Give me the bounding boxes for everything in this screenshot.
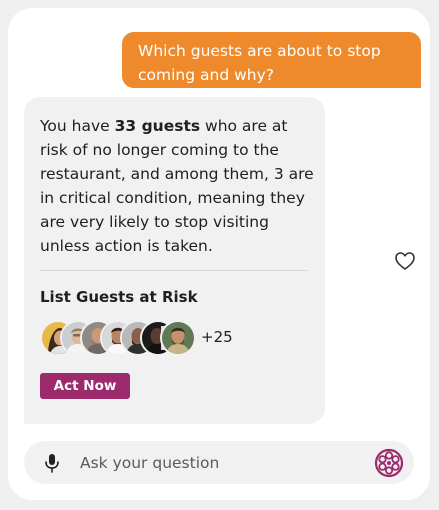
- guest-avatar-7[interactable]: [160, 320, 196, 356]
- assistant-message-bubble: You have 33 guests who are at risk of no…: [24, 97, 325, 424]
- film-reel-icon[interactable]: [374, 448, 404, 478]
- assistant-text-after: who are at risk of no longer coming to t…: [40, 117, 314, 255]
- chat-panel: Which guests are about to stop coming an…: [8, 8, 430, 500]
- assistant-message-text: You have 33 guests who are at risk of no…: [40, 114, 315, 258]
- more-guests-count[interactable]: +25: [201, 328, 233, 346]
- user-message-text: Which guests are about to stop coming an…: [138, 42, 381, 84]
- user-message-bubble: Which guests are about to stop coming an…: [122, 32, 421, 88]
- heart-icon[interactable]: [394, 251, 416, 271]
- divider: [40, 270, 308, 271]
- assistant-text-before: You have: [40, 117, 115, 135]
- question-input[interactable]: [80, 449, 360, 476]
- question-input-bar: [24, 441, 414, 484]
- act-now-button[interactable]: Act Now: [40, 373, 130, 399]
- microphone-icon[interactable]: [42, 452, 62, 474]
- guest-avatar-stack[interactable]: +25: [40, 320, 280, 356]
- guests-at-risk-title: List Guests at Risk: [40, 288, 198, 306]
- guest-count-highlight: 33 guests: [114, 117, 201, 135]
